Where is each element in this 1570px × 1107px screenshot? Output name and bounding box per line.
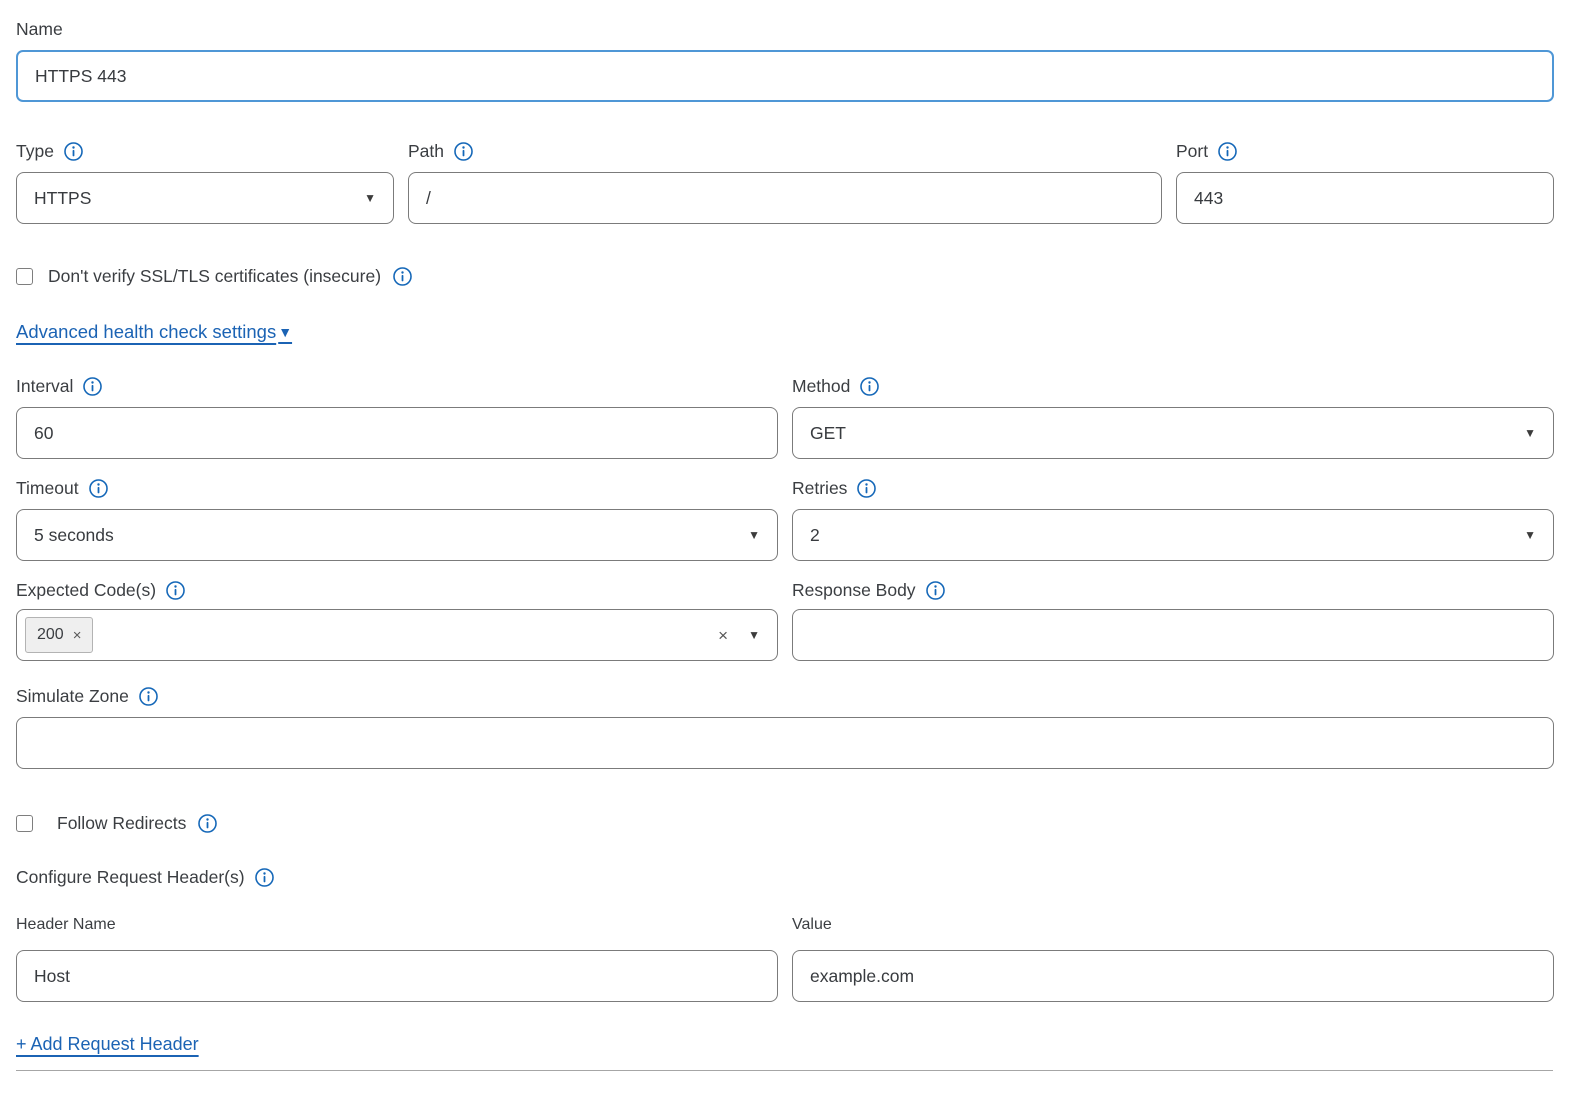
method-field-group: Method GET ▼ <box>792 375 1554 459</box>
clear-all-icon[interactable]: × <box>718 627 728 644</box>
advanced-settings-link-text: Advanced health check settings <box>16 321 276 343</box>
retries-label: Retries <box>792 477 847 499</box>
caret-down-icon: ▼ <box>364 192 376 204</box>
method-label: Method <box>792 375 850 397</box>
response-body-field-group: Response Body <box>792 579 1554 661</box>
interval-field-group: Interval <box>16 375 778 459</box>
info-icon[interactable] <box>138 686 159 707</box>
expected-codes-label: Expected Code(s) <box>16 579 156 601</box>
port-field-group: Port <box>1176 140 1554 224</box>
request-header-row: Header Name Value <box>16 916 1554 1002</box>
section-divider <box>16 1070 1553 1071</box>
type-label: Type <box>16 140 54 162</box>
info-icon[interactable] <box>63 141 84 162</box>
info-icon[interactable] <box>88 478 109 499</box>
simulate-zone-label: Simulate Zone <box>16 685 129 707</box>
expected-codes-field-group: Expected Code(s) 200 × × ▼ <box>16 579 778 661</box>
header-name-label: Header Name <box>16 916 778 934</box>
header-name-input[interactable] <box>16 950 778 1002</box>
add-request-header-link[interactable]: + Add Request Header <box>16 1034 199 1054</box>
type-field-group: Type HTTPS ▼ <box>16 140 394 224</box>
path-input[interactable] <box>408 172 1162 224</box>
method-select[interactable]: GET ▼ <box>792 407 1554 459</box>
tag-remove-icon[interactable]: × <box>73 627 82 644</box>
health-check-form: Name Type HTTPS ▼ Path <box>0 0 1570 1071</box>
request-headers-title: Configure Request Header(s) <box>16 866 245 888</box>
header-value-field-group: Value <box>792 916 1554 1002</box>
info-icon[interactable] <box>859 376 880 397</box>
info-icon[interactable] <box>197 813 218 834</box>
caret-down-icon: ▼ <box>1524 427 1536 439</box>
name-field-group: Name <box>16 18 1554 102</box>
advanced-settings-link[interactable]: Advanced health check settings▼ <box>16 321 292 343</box>
retries-select[interactable]: 2 ▼ <box>792 509 1554 561</box>
retries-select-value: 2 <box>810 525 820 546</box>
follow-redirects-label: Follow Redirects <box>57 813 186 834</box>
path-label: Path <box>408 140 444 162</box>
simulate-zone-input[interactable] <box>16 717 1554 769</box>
path-field-group: Path <box>408 140 1162 224</box>
code-tag-text: 200 <box>37 626 64 644</box>
timeout-field-group: Timeout 5 seconds ▼ <box>16 477 778 561</box>
port-input[interactable] <box>1176 172 1554 224</box>
add-request-header-row: + Add Request Header <box>16 1034 1554 1055</box>
expected-codes-multiselect[interactable]: 200 × × ▼ <box>16 609 778 661</box>
ssl-verify-checkbox-row: Don't verify SSL/TLS certificates (insec… <box>16 266 1554 287</box>
type-select[interactable]: HTTPS ▼ <box>16 172 394 224</box>
name-input[interactable] <box>16 50 1554 102</box>
retries-field-group: Retries 2 ▼ <box>792 477 1554 561</box>
follow-redirects-checkbox[interactable] <box>16 815 33 832</box>
info-icon[interactable] <box>1217 141 1238 162</box>
caret-down-icon: ▼ <box>1524 529 1536 541</box>
info-icon[interactable] <box>925 580 946 601</box>
header-name-field-group: Header Name <box>16 916 778 1002</box>
simulate-zone-field-group: Simulate Zone <box>16 685 1554 769</box>
caret-down-icon[interactable]: ▼ <box>748 629 760 641</box>
header-value-label: Value <box>792 916 1554 934</box>
interval-input[interactable] <box>16 407 778 459</box>
type-path-port-row: Type HTTPS ▼ Path Port <box>16 140 1554 224</box>
interval-method-row: Interval Method GET ▼ <box>16 375 1554 459</box>
type-select-value: HTTPS <box>34 188 91 209</box>
info-icon[interactable] <box>392 266 413 287</box>
name-label: Name <box>16 18 1554 40</box>
caret-down-icon: ▼ <box>748 529 760 541</box>
info-icon[interactable] <box>453 141 474 162</box>
info-icon[interactable] <box>254 867 275 888</box>
multiselect-controls: × ▼ <box>718 627 760 644</box>
info-icon[interactable] <box>82 376 103 397</box>
ssl-verify-label: Don't verify SSL/TLS certificates (insec… <box>48 266 381 287</box>
ssl-verify-checkbox[interactable] <box>16 268 33 285</box>
interval-label: Interval <box>16 375 73 397</box>
port-label: Port <box>1176 140 1208 162</box>
timeout-select-value: 5 seconds <box>34 525 114 546</box>
info-icon[interactable] <box>165 580 186 601</box>
info-icon[interactable] <box>856 478 877 499</box>
name-label-text: Name <box>16 18 63 40</box>
codes-body-row: Expected Code(s) 200 × × ▼ Response Body <box>16 579 1554 661</box>
follow-redirects-row: Follow Redirects <box>16 813 1554 834</box>
timeout-retries-row: Timeout 5 seconds ▼ Retries 2 ▼ <box>16 477 1554 561</box>
timeout-select[interactable]: 5 seconds ▼ <box>16 509 778 561</box>
timeout-label: Timeout <box>16 477 79 499</box>
response-body-input[interactable] <box>792 609 1554 661</box>
caret-down-icon: ▼ <box>278 324 292 340</box>
response-body-label: Response Body <box>792 579 916 601</box>
code-tag: 200 × <box>25 617 93 653</box>
header-value-input[interactable] <box>792 950 1554 1002</box>
advanced-settings-row: Advanced health check settings▼ <box>16 321 1554 343</box>
request-headers-section-label: Configure Request Header(s) <box>16 866 1554 888</box>
method-select-value: GET <box>810 423 846 444</box>
